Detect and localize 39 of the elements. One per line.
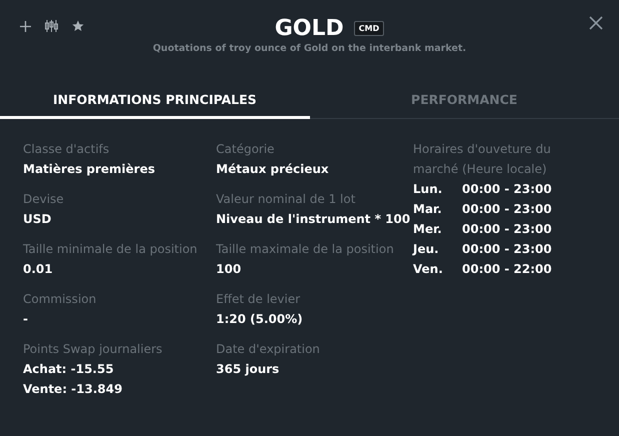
instrument-title: GOLD [274,16,344,41]
weekday-label: Ven. [413,261,444,278]
field-label: Taille minimale de la position [23,241,198,258]
field-value: Niveau de l'instrument * 100 [216,211,412,228]
add-icon[interactable] [20,20,31,32]
weekday-label: Mar. [413,201,443,218]
field-value: 0.01 [23,261,54,278]
hours-range: 00:00 - 23:00 [462,201,553,218]
field-value: 100 [216,261,242,278]
field-label: Points Swap journaliers [23,341,164,358]
field-label: Horaires d'ouveture du marché (Heure locale) [413,141,552,178]
field-label: Catégorie [216,141,276,158]
field-value: Matières premières [23,161,156,178]
field-value: 365 jours [216,361,280,378]
field-label: Commission [23,291,98,308]
field-value: USD [23,211,52,228]
field-label: Devise [23,191,65,208]
field-label: Taille maximale de la position [216,241,395,258]
instrument-description: Quotations of troy ounce of Gold on the interbank market. [152,43,466,54]
field-label: Date d'expiration [216,341,321,358]
hours-range: 00:00 - 22:00 [462,261,553,278]
field-value: 1:20 (5.00%) [216,311,304,328]
weekday-label: Mer. [413,221,443,238]
field-value: - [23,311,29,328]
field-value: Vente: -13.849 [23,381,124,398]
weekday-label: Jeu. [413,241,440,258]
tab[interactable]: INFORMATIONS PRINCIPALES [0,88,310,119]
field-value: Achat: -15.55 [23,361,115,378]
candlestick-icon[interactable] [45,20,58,32]
field-value: Métaux précieux [216,161,330,178]
field-label: Effet de levier [216,291,302,308]
category-badge: CMD [354,21,384,36]
field-label: Valeur nominal de 1 lot [216,191,356,208]
hours-range: 00:00 - 23:00 [462,181,553,198]
hours-range: 00:00 - 23:00 [462,221,553,238]
weekday-label: Lun. [413,181,444,198]
field-label: Classe d'actifs [23,141,110,158]
hours-range: 00:00 - 23:00 [462,241,553,258]
star-icon[interactable] [72,20,84,32]
